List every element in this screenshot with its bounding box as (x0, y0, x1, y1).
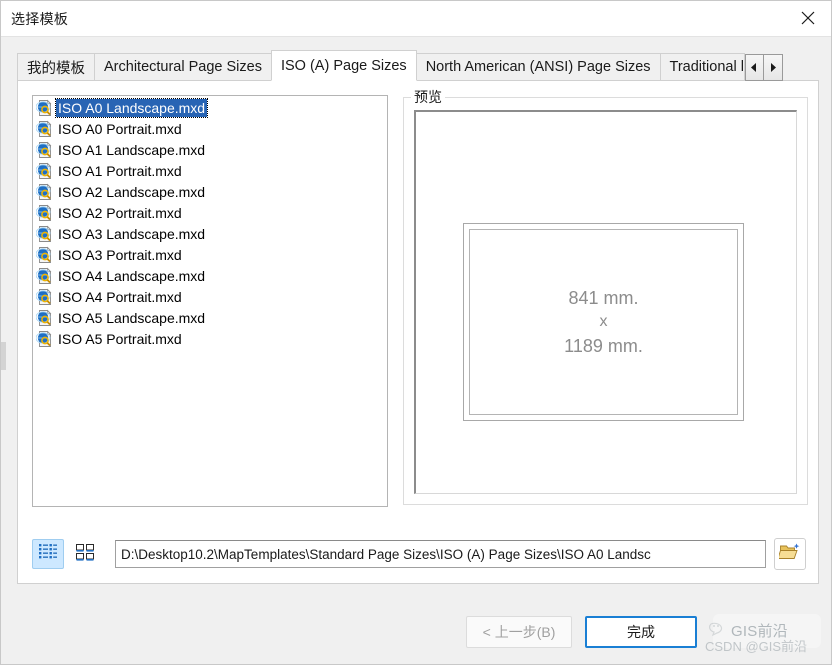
list-item[interactable]: ISO A3 Landscape.mxd (33, 223, 387, 244)
edge-scroll-nub (1, 342, 6, 370)
list-item-label: ISO A4 Landscape.mxd (58, 267, 206, 284)
map-document-icon (36, 99, 54, 117)
browse-button[interactable] (774, 538, 806, 570)
map-document-icon (36, 141, 54, 159)
dialog-footer: < 上一步(B) 完成 GIS前沿 CSDN @GIS前沿 (1, 584, 831, 664)
list-item[interactable]: ISO A0 Portrait.mxd (33, 118, 387, 139)
list-item[interactable]: ISO A1 Landscape.mxd (33, 139, 387, 160)
back-button-label: < 上一步(B) (482, 624, 556, 640)
tab-label: Traditional l (669, 59, 744, 75)
list-item[interactable]: ISO A5 Landscape.mxd (33, 307, 387, 328)
list-item-label: ISO A1 Portrait.mxd (58, 162, 182, 179)
tab-scroll-right-button[interactable] (763, 54, 783, 81)
finish-button-label: 完成 (627, 624, 655, 640)
page-width-text: 841 mm. (568, 288, 639, 308)
list-item[interactable]: ISO A4 Portrait.mxd (33, 286, 387, 307)
map-document-icon (36, 309, 54, 327)
tab-iso-a-page-sizes[interactable]: ISO (A) Page Sizes (270, 50, 417, 81)
window-title: 选择模板 (11, 10, 69, 27)
list-item[interactable]: ISO A5 Portrait.mxd (33, 328, 387, 349)
list-item-label: ISO A4 Portrait.mxd (58, 288, 182, 305)
list-item[interactable]: ISO A1 Portrait.mxd (33, 160, 387, 181)
tab-label: 我的模板 (27, 60, 85, 77)
tab-label: ISO (A) Page Sizes (280, 57, 407, 74)
tab-label: North American (ANSI) Page Sizes (425, 59, 651, 75)
list-item-label: ISO A1 Landscape.mxd (58, 141, 206, 158)
list-item[interactable]: ISO A0 Landscape.mxd (33, 97, 387, 118)
preview-surface: 841 mm. x 1189 mm. (414, 110, 797, 494)
list-item[interactable]: ISO A2 Landscape.mxd (33, 181, 387, 202)
page-preview-outer: 841 mm. x 1189 mm. (463, 223, 744, 421)
map-document-icon (36, 288, 54, 306)
map-document-icon (36, 204, 54, 222)
template-path-input[interactable]: D:\Desktop10.2\MapTemplates\Standard Pag… (115, 540, 766, 568)
tab-scroll-buttons (744, 54, 783, 81)
open-folder-icon (777, 542, 801, 567)
footer-button-group: < 上一步(B) 完成 (466, 616, 697, 648)
select-template-dialog: 选择模板 我的模板 Architectural Page Sizes ISO (… (0, 0, 832, 665)
watermark-sub-text: CSDN @GIS前沿 (705, 639, 808, 654)
list-item-label: ISO A2 Landscape.mxd (58, 183, 206, 200)
page-height-text: 1189 mm. (564, 336, 643, 356)
list-item-label: ISO A0 Portrait.mxd (58, 120, 182, 137)
list-item-label: ISO A3 Landscape.mxd (58, 225, 206, 242)
tile-view-icon (75, 543, 95, 566)
path-row: D:\Desktop10.2\MapTemplates\Standard Pag… (32, 537, 806, 571)
chevron-left-icon (750, 63, 758, 72)
close-button[interactable] (785, 1, 831, 35)
page-preview-inner: 841 mm. x 1189 mm. (469, 229, 738, 415)
preview-frame: 841 mm. x 1189 mm. (403, 97, 808, 505)
title-bar: 选择模板 (1, 1, 831, 36)
list-item-label: ISO A3 Portrait.mxd (58, 246, 182, 263)
list-view-icon (38, 543, 58, 566)
preview-group: 预览 841 mm. x 1189 mm. (403, 87, 808, 505)
map-document-icon (36, 183, 54, 201)
tile-view-toggle[interactable] (69, 539, 101, 569)
watermark-logo-icon (707, 618, 733, 645)
watermark-card (713, 614, 821, 648)
tab-label: Architectural Page Sizes (104, 59, 262, 75)
tab-my-templates[interactable]: 我的模板 (17, 53, 95, 81)
tab-strip: 我的模板 Architectural Page Sizes ISO (A) Pa… (17, 50, 819, 81)
list-item-label: ISO A5 Landscape.mxd (58, 309, 206, 326)
map-document-icon (36, 225, 54, 243)
template-list[interactable]: ISO A0 Landscape.mxd ISO A0 Portrait.mxd… (32, 95, 388, 507)
list-item-label: ISO A2 Portrait.mxd (58, 204, 182, 221)
map-document-icon (36, 267, 54, 285)
watermark-main-text: GIS前沿 (731, 623, 788, 640)
list-view-toggle[interactable] (32, 539, 64, 569)
map-document-icon (36, 330, 54, 348)
template-path-value: D:\Desktop10.2\MapTemplates\Standard Pag… (121, 546, 651, 562)
list-item-label: ISO A5 Portrait.mxd (58, 330, 182, 347)
page-dimension-separator: x (599, 313, 608, 330)
list-item-label: ISO A0 Landscape.mxd (54, 97, 209, 118)
close-icon (801, 11, 815, 25)
dialog-body: 我的模板 Architectural Page Sizes ISO (A) Pa… (1, 36, 831, 664)
back-button[interactable]: < 上一步(B) (466, 616, 572, 648)
finish-button[interactable]: 完成 (585, 616, 697, 648)
map-document-icon (36, 246, 54, 264)
list-item[interactable]: ISO A4 Landscape.mxd (33, 265, 387, 286)
map-document-icon (36, 120, 54, 138)
preview-legend: 预览 (411, 87, 445, 107)
tab-north-american-ansi-page-sizes[interactable]: North American (ANSI) Page Sizes (415, 53, 661, 81)
tab-panel: ISO A0 Landscape.mxd ISO A0 Portrait.mxd… (17, 80, 819, 584)
chevron-right-icon (769, 63, 777, 72)
tab-traditional[interactable]: Traditional l (659, 53, 745, 81)
list-item[interactable]: ISO A2 Portrait.mxd (33, 202, 387, 223)
watermark: GIS前沿 CSDN @GIS前沿 (705, 610, 823, 658)
tab-architectural-page-sizes[interactable]: Architectural Page Sizes (94, 53, 272, 81)
tab-scroll-left-button[interactable] (744, 54, 764, 81)
map-document-icon (36, 162, 54, 180)
list-item[interactable]: ISO A3 Portrait.mxd (33, 244, 387, 265)
